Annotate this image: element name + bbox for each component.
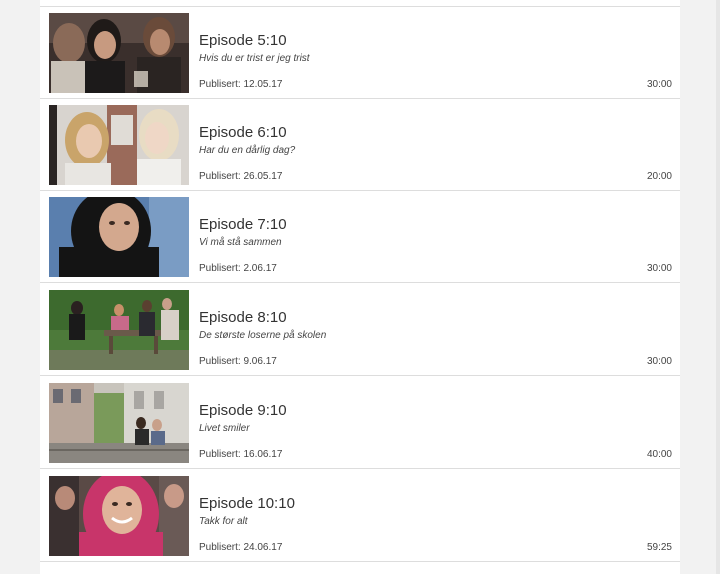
smiling-girl-pink-hijab-image bbox=[49, 476, 189, 556]
episode-title[interactable]: Episode 10:10 bbox=[199, 495, 295, 512]
episode-published-date: Publisert: 26.05.17 bbox=[199, 171, 283, 182]
episode-duration: 30:00 bbox=[646, 356, 672, 367]
episode-title[interactable]: Episode 9:10 bbox=[199, 402, 287, 419]
episode-thumbnail[interactable] bbox=[49, 383, 189, 463]
episode-subtitle: Livet smiler bbox=[199, 423, 250, 434]
episode-thumbnail[interactable] bbox=[49, 476, 189, 556]
episode-subtitle: Har du en dårlig dag? bbox=[199, 145, 296, 156]
episode-title[interactable]: Episode 5:10 bbox=[199, 32, 287, 49]
episode-thumbnail[interactable] bbox=[49, 290, 189, 370]
episode-subtitle: Vi må stå sammen bbox=[199, 237, 282, 248]
group-of-girls-image bbox=[49, 13, 189, 93]
episode-item[interactable]: Episode 10:10 Takk for alt Publisert: 24… bbox=[40, 470, 680, 562]
episode-subtitle: De største loserne på skolen bbox=[199, 330, 327, 341]
episode-published-date: Publisert: 9.06.17 bbox=[199, 356, 277, 367]
episode-thumbnail[interactable] bbox=[49, 197, 189, 277]
episode-subtitle: Takk for alt bbox=[199, 516, 248, 527]
episode-duration: 30:00 bbox=[646, 79, 672, 90]
page: Episode 5:10 Hvis du er trist er jeg tri… bbox=[0, 0, 720, 574]
street-steps-image bbox=[49, 383, 189, 463]
episode-duration: 59:25 bbox=[646, 542, 672, 553]
episode-item[interactable]: Episode 5:10 Hvis du er trist er jeg tri… bbox=[40, 7, 680, 99]
episode-subtitle: Hvis du er trist er jeg trist bbox=[199, 53, 310, 64]
episode-title[interactable]: Episode 6:10 bbox=[199, 124, 287, 141]
episode-item[interactable]: Episode 7:10 Vi må stå sammen Publisert:… bbox=[40, 191, 680, 283]
episode-published-date: Publisert: 16.06.17 bbox=[199, 449, 283, 460]
two-blonde-girls-image bbox=[49, 105, 189, 185]
episode-published-date: Publisert: 12.05.17 bbox=[199, 79, 283, 90]
girl-in-hijab-image bbox=[49, 197, 189, 277]
episode-list: Episode 5:10 Hvis du er trist er jeg tri… bbox=[40, 0, 680, 574]
episode-item[interactable]: Episode 8:10 De største loserne på skole… bbox=[40, 284, 680, 376]
park-bench-group-image bbox=[49, 290, 189, 370]
episode-title[interactable]: Episode 7:10 bbox=[199, 216, 287, 233]
episode-duration: 20:00 bbox=[646, 171, 672, 182]
episode-published-date: Publisert: 2.06.17 bbox=[199, 263, 277, 274]
page-edge bbox=[716, 0, 720, 574]
episode-duration: 40:00 bbox=[646, 449, 672, 460]
episode-item[interactable]: Episode 9:10 Livet smiler Publisert: 16.… bbox=[40, 377, 680, 469]
episode-title[interactable]: Episode 8:10 bbox=[199, 309, 287, 326]
episode-duration: 30:00 bbox=[646, 263, 672, 274]
episode-published-date: Publisert: 24.06.17 bbox=[199, 542, 283, 553]
episode-item[interactable]: Episode 6:10 Har du en dårlig dag? Publi… bbox=[40, 99, 680, 191]
episode-thumbnail[interactable] bbox=[49, 105, 189, 185]
episode-thumbnail[interactable] bbox=[49, 13, 189, 93]
